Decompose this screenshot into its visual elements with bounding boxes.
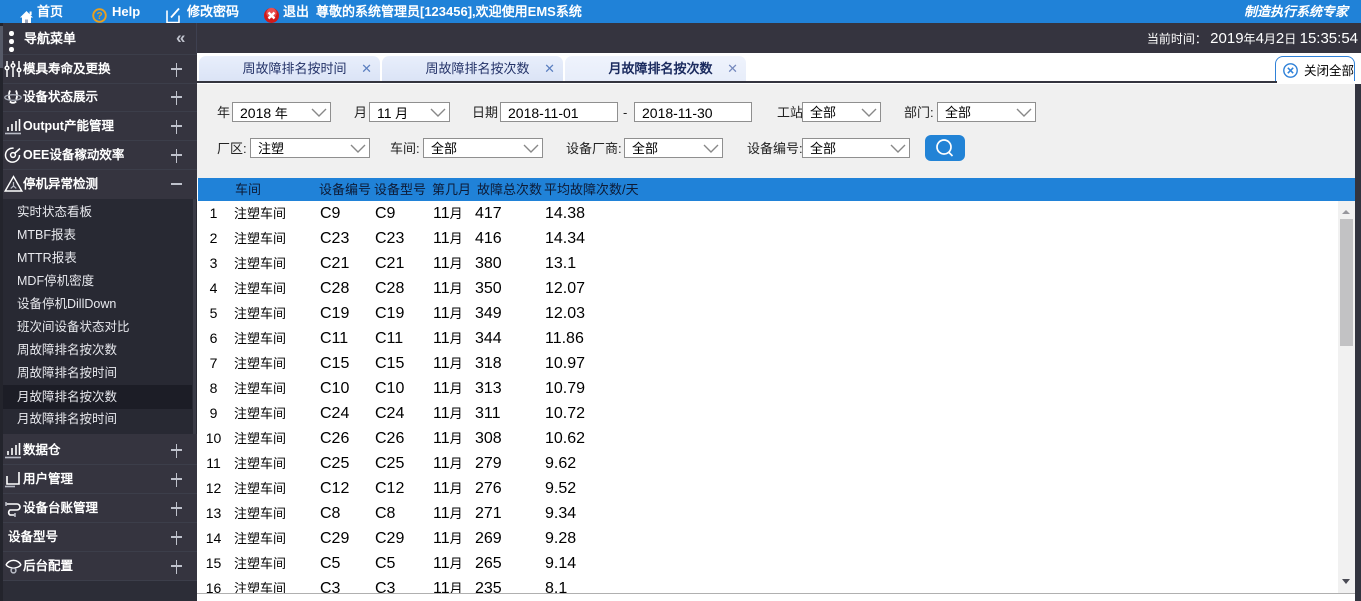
svg-text:?: ?: [96, 11, 102, 22]
